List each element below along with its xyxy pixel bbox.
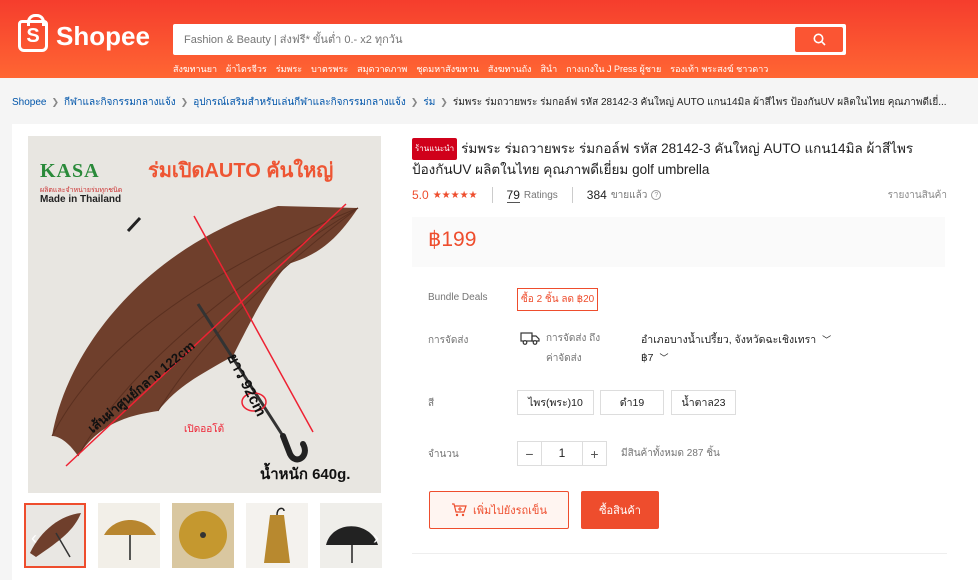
sold-count-value: 384 [586,188,607,202]
search-button[interactable] [795,27,843,52]
thumbnail-next-button[interactable]: › [367,526,385,550]
chevron-right-icon: ❯ [410,97,419,107]
suggestion-link[interactable]: สินำ [540,62,557,76]
suggestion-link[interactable]: กางเกงใน J Press ผู้ชาย [566,62,661,76]
suggestion-link[interactable]: รองเท้า พระสงฆ์ ชาวดาว [670,62,768,76]
product-stats: 5.0 ★★★★★ 79 Ratings 384 ขายแล้ว ? รายงา… [412,186,947,204]
buy-now-button[interactable]: ซื้อสินค้า [581,491,659,529]
thumbnail[interactable] [172,503,234,568]
breadcrumb-link[interactable]: Shopee [12,97,46,108]
shipping-to-label: การจัดส่ง ถึง [546,333,601,344]
shopee-logo[interactable]: S Shopee [18,14,150,52]
help-icon[interactable]: ? [651,190,662,200]
sold-count: 384 ขายแล้ว ? [587,188,662,203]
shop-badge: ร้านแนะนำ [412,138,458,160]
product-title: ร้านแนะนำ ร่มพระ ร่มถวายพระ ร่มกอล์ฟ รหัส… [412,138,947,180]
product-panel: KASA ผลิตและจำหน่ายร่มทุกชนิด Made in Th… [12,124,978,580]
rating-score[interactable]: 5.0 ★★★★★ [412,188,478,202]
shipping-cost-label: ค่าจัดส่ง [546,353,582,364]
price-section: ฿199 [412,217,945,267]
suggestion-link[interactable]: สังฆทานถัง [488,62,532,76]
header-bar: S Shopee สังฆทานยา ผ้าไตรจีวร ร่มพระ บาต… [0,0,978,78]
breadcrumb-link[interactable]: อุปกรณ์เสริมสำหรับเล่นกีฬาและกิจกรรมกลาง… [193,95,406,110]
product-price: ฿199 [428,228,477,251]
brand-name: Shopee [56,20,150,51]
add-to-cart-button[interactable]: เพิ่มไปยังรถเข็น [429,491,569,529]
suggestion-link[interactable]: ชุดมหาสังฆทาน [416,62,479,76]
suggestion-link[interactable]: สมุดวาดภาพ [357,62,407,76]
stock-count: มีสินค้าทั้งหมด 287 ชิ้น [621,448,720,459]
thumbnail-strip [24,503,382,568]
shipping-destination-select[interactable]: อำเภอบางน้ำเปรี้ยว, จังหวัดฉะเชิงเทรา ﹀ [641,331,831,348]
chevron-down-icon: ﹀ [822,335,832,345]
shipping-cost-value: ฿7 [641,352,654,364]
shopee-bag-icon: S [18,14,48,52]
search-icon [813,33,826,46]
divider [571,187,573,203]
image-auto-label: เปิดออโต้ [184,424,225,435]
star-rating-icon: ★★★★★ [432,189,478,201]
breadcrumb: Shopee ❯ กีฬาและกิจกรรมกลางแจ้ง ❯ อุปกรณ… [12,95,947,110]
thumbnail-image [264,507,290,563]
chevron-right-icon: ❯ [440,97,448,107]
color-option[interactable]: ดำ19 [600,390,664,415]
truck-icon [520,332,540,345]
image-headline: ร่มเปิดAUTO คันใหญ่ [148,160,334,182]
ratings-count-value: 79 [506,187,520,203]
breadcrumb-link[interactable]: ร่ม [423,95,435,110]
chevron-right-icon: ❯ [51,97,60,107]
section-divider [412,553,947,554]
ratings-label: Ratings [523,189,558,201]
quantity-input[interactable]: 1 [542,441,582,466]
report-product-link[interactable]: รายงานสินค้า [888,188,947,203]
suggestion-link[interactable]: ร่มพระ [276,62,302,76]
quantity-label: จำนวน [428,449,459,460]
shipping-destination-value: อำเภอบางน้ำเปรี้ยว, จังหวัดฉะเชิงเทรา [641,334,817,346]
thumbnail-prev-button[interactable]: ‹ [25,526,43,550]
image-weight-label: น้ำหนัก 640g. [260,466,351,483]
color-option[interactable]: ไพร(พระ)10 [517,390,594,415]
thumbnail[interactable] [98,503,160,568]
product-main-image[interactable]: KASA ผลิตและจำหน่ายร่มทุกชนิด Made in Th… [28,136,381,493]
sold-label: ขายแล้ว [610,189,648,201]
image-made-in: Made in Thailand [40,194,122,205]
breadcrumb-current: ร่มพระ ร่มถวายพระ ร่มกอล์ฟ รหัส 28142-3 … [452,97,947,108]
quantity-stepper: − 1 + [517,441,607,466]
chevron-down-icon: ﹀ [659,353,669,363]
rating-value: 5.0 [412,188,429,202]
color-option[interactable]: น้ำตาล23 [671,390,736,415]
bundle-deal-tag[interactable]: ซื้อ 2 ชิ้น ลด ฿20 [517,288,599,311]
shipping-label: การจัดส่ง [428,335,469,346]
shipping-cost-select[interactable]: ฿7 ﹀ [641,351,668,364]
increase-quantity-button[interactable]: + [582,441,607,466]
search-input[interactable] [176,27,795,52]
product-info: ร้านแนะนำ ร่มพระ ร่มถวายพระ ร่มกอล์ฟ รหัส… [412,138,947,180]
search-bar [173,24,846,55]
suggestion-link[interactable]: ผ้าไตรจีวร [226,62,267,76]
image-brand-logo: KASA [40,160,100,182]
thumbnail-image [179,511,227,559]
breadcrumb-link[interactable]: กีฬาและกิจกรรมกลางแจ้ง [64,95,176,110]
ratings-count[interactable]: 79 Ratings [506,187,558,203]
suggestion-link[interactable]: สังฆทานยา [173,62,217,76]
thumbnail[interactable] [246,503,308,568]
product-title-text: ร่มพระ ร่มถวายพระ ร่มกอล์ฟ รหัส 28142-3 … [412,141,914,177]
add-to-cart-label: เพิ่มไปยังรถเข็น [473,505,547,517]
divider [491,187,493,203]
chevron-right-icon: ❯ [180,97,189,107]
decrease-quantity-button[interactable]: − [517,441,542,466]
search-suggestions: สังฆทานยา ผ้าไตรจีวร ร่มพระ บาตรพระ สมุด… [173,62,768,76]
thumbnail-image [104,520,156,560]
cart-add-icon [452,503,467,517]
bundle-label: Bundle Deals [428,292,488,303]
color-label: สี [428,398,435,409]
suggestion-link[interactable]: บาตรพระ [311,62,348,76]
